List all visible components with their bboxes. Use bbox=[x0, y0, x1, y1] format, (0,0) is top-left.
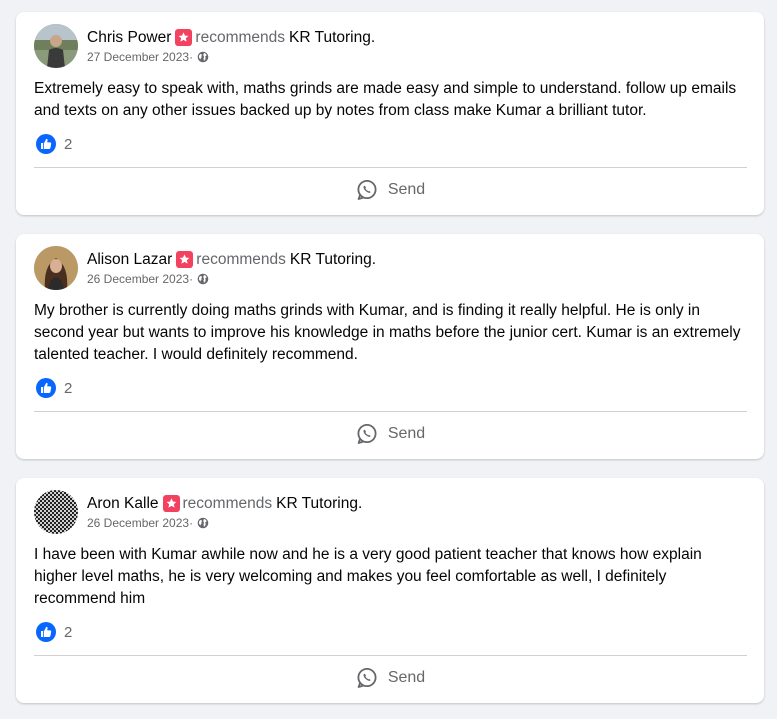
review-header: Aron Kalle recommends KR Tutoring . 26 D… bbox=[34, 490, 362, 534]
review-card: Chris Power recommends KR Tutoring . 27 … bbox=[16, 12, 764, 215]
author-name[interactable]: Aron Kalle bbox=[87, 494, 159, 514]
avatar[interactable] bbox=[34, 24, 78, 68]
date-separator: · bbox=[189, 515, 194, 530]
review-card: Aron Kalle recommends KR Tutoring . 26 D… bbox=[16, 478, 764, 703]
recommend-star-icon bbox=[162, 495, 180, 512]
page-name-link[interactable]: KR Tutoring bbox=[289, 28, 371, 48]
review-header: Chris Power recommends KR Tutoring . 27 … bbox=[34, 24, 375, 68]
review-header: Alison Lazar recommends KR Tutoring . 26… bbox=[34, 246, 376, 290]
date-separator: · bbox=[189, 49, 194, 64]
author-name[interactable]: Alison Lazar bbox=[87, 250, 172, 270]
page-name-link[interactable]: KR Tutoring bbox=[290, 250, 372, 270]
page-name-link[interactable]: KR Tutoring bbox=[276, 494, 358, 514]
divider bbox=[34, 655, 747, 656]
globe-icon bbox=[197, 51, 209, 62]
whatsapp-icon bbox=[357, 667, 377, 688]
review-card: Alison Lazar recommends KR Tutoring . 26… bbox=[16, 234, 764, 459]
reviews-feed: Chris Power recommends KR Tutoring . 27 … bbox=[0, 0, 777, 719]
like-icon bbox=[36, 134, 56, 154]
divider bbox=[34, 411, 747, 412]
whatsapp-icon bbox=[357, 423, 377, 444]
like-icon bbox=[36, 378, 56, 398]
like-count-value: 2 bbox=[64, 135, 73, 153]
avatar[interactable] bbox=[34, 246, 78, 290]
divider bbox=[34, 167, 747, 168]
like-icon bbox=[36, 622, 56, 642]
date-separator: · bbox=[189, 271, 194, 286]
send-button[interactable]: Send bbox=[34, 172, 747, 208]
send-button[interactable]: Send bbox=[34, 660, 747, 696]
period: . bbox=[371, 250, 377, 268]
recommend-star-icon bbox=[175, 29, 193, 46]
recommends-text: recommends bbox=[196, 250, 286, 268]
review-text: My brother is currently doing maths grin… bbox=[34, 302, 741, 363]
like-count[interactable]: 2 bbox=[36, 378, 72, 398]
globe-icon bbox=[197, 517, 209, 528]
review-date[interactable]: 26 December 2023 bbox=[87, 271, 189, 287]
globe-icon bbox=[197, 273, 209, 284]
whatsapp-icon bbox=[357, 179, 377, 200]
review-text: Extremely easy to speak with, maths grin… bbox=[34, 80, 737, 119]
send-button[interactable]: Send bbox=[34, 416, 747, 452]
review-date[interactable]: 27 December 2023 bbox=[87, 49, 189, 65]
review-date[interactable]: 26 December 2023 bbox=[87, 515, 189, 531]
author-name[interactable]: Chris Power bbox=[87, 28, 171, 48]
recommend-star-icon bbox=[176, 251, 194, 268]
send-label: Send bbox=[387, 181, 426, 198]
like-count-value: 2 bbox=[64, 623, 73, 641]
like-count-value: 2 bbox=[64, 379, 73, 397]
period: . bbox=[357, 494, 363, 512]
recommends-text: recommends bbox=[195, 28, 286, 46]
review-text: I have been with Kumar awhile now and he… bbox=[34, 546, 702, 607]
period: . bbox=[370, 28, 376, 46]
send-label: Send bbox=[387, 669, 426, 686]
avatar[interactable] bbox=[34, 490, 78, 534]
like-count[interactable]: 2 bbox=[36, 134, 72, 154]
like-count[interactable]: 2 bbox=[36, 622, 72, 642]
send-label: Send bbox=[387, 425, 426, 442]
recommends-text: recommends bbox=[182, 494, 273, 512]
